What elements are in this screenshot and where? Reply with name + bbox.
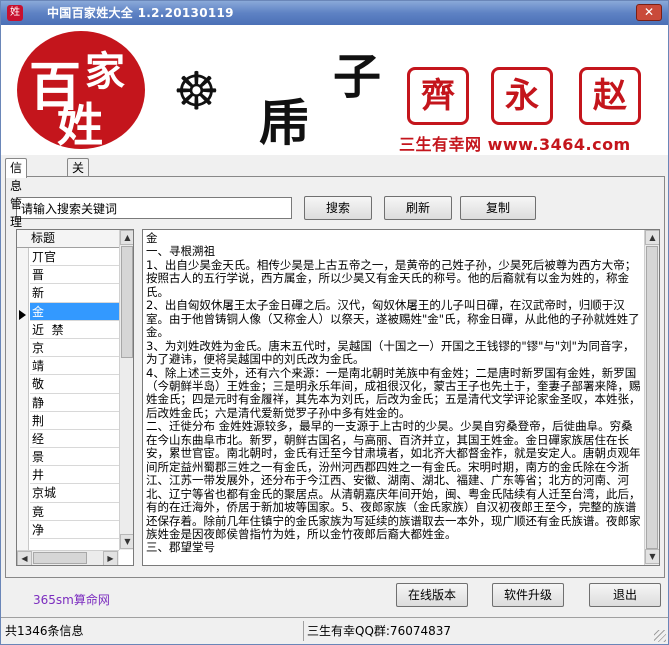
search-button[interactable]: 搜索 — [304, 196, 372, 220]
info-panel: 搜索 刷新 复制 标题 丌官晋新金近 禁京靖敬静荆经景井京城竟净 ▲ ▼ ◀ ▶… — [5, 176, 665, 578]
detail-paragraph: 2、出自匈奴休屠王太子金日磾之后。汉代，匈奴休屠王的儿子叫日磾，在汉武帝时，归顺… — [146, 298, 640, 340]
detail-paragraph: 4、除上述三支外，还有六个来源：一是南北朝时羌族中有金姓；二是唐时新罗国有金姓，… — [146, 365, 641, 420]
search-input[interactable] — [16, 197, 292, 219]
scroll-thumb[interactable] — [121, 246, 133, 358]
seal-1: 齊 — [407, 67, 469, 125]
list-item[interactable]: 竟 — [30, 503, 119, 521]
record-count: 共1346条信息 — [5, 624, 84, 638]
list-item[interactable]: 金 — [30, 302, 119, 321]
detail-scroll-thumb[interactable] — [646, 246, 658, 549]
title-bar[interactable]: 姓 中国百家姓大全 1.2.20130119 ✕ — [1, 1, 668, 25]
status-bar: 共1346条信息 三生有幸QQ群:76074837 — [1, 617, 668, 644]
row-indicator-column — [17, 230, 29, 565]
resize-grip-icon[interactable] — [654, 630, 666, 642]
status-separator — [303, 621, 304, 641]
seal-3: 赵 — [579, 67, 641, 125]
list-item[interactable]: 靖 — [30, 357, 119, 376]
list-item[interactable]: 近 禁 — [30, 321, 119, 339]
list-item[interactable]: 新 — [30, 284, 119, 303]
list-item[interactable]: 敬 — [30, 375, 119, 394]
copy-button[interactable]: 复制 — [460, 196, 536, 220]
list-item[interactable]: 景 — [30, 448, 119, 467]
ancient-glyph-1: ☸ — [173, 61, 220, 122]
window-title: 中国百家姓大全 1.2.20130119 — [47, 6, 234, 20]
detail-textbox[interactable]: 金一、寻根溯祖 1、出自少昊金天氏。相传少昊是上古五帝之一，是黄帝的己姓子孙，少昊… — [142, 229, 660, 566]
surname-list[interactable]: 标题 丌官晋新金近 禁京靖敬静荆经景井京城竟净 ▲ ▼ ◀ ▶ — [16, 229, 134, 566]
qq-group-info: 三生有幸QQ群:76074837 — [307, 624, 452, 638]
seal-2: 永 — [491, 67, 553, 125]
detail-vertical-scrollbar[interactable]: ▲ ▼ — [644, 230, 659, 565]
list-item[interactable]: 京城 — [30, 484, 119, 503]
list-item[interactable]: 井 — [30, 466, 119, 485]
header-banner: 百 家 姓 ☸ 乕 子 齊 永 赵 三生有幸网 www.3464.com — [1, 25, 668, 155]
scroll-down-arrow-icon[interactable]: ▼ — [120, 534, 133, 549]
close-button[interactable]: ✕ — [636, 4, 662, 21]
list-item[interactable]: 丌官 — [30, 248, 119, 267]
list-item[interactable]: 荆 — [30, 412, 119, 430]
ancient-glyph-3: 子 — [333, 49, 382, 105]
detail-paragraph: 二、迁徙分布 金姓姓源较多，最早的一支源于上古时的少昊。少昊自穷桑登帝，后徙曲阜… — [146, 419, 641, 541]
scroll-left-arrow-icon[interactable]: ◀ — [17, 551, 32, 565]
list-item[interactable]: 晋 — [30, 266, 119, 285]
detail-paragraph: 三、郡望堂号 — [146, 540, 215, 555]
logo: 百 家 姓 — [17, 31, 145, 152]
app-window: 姓 中国百家姓大全 1.2.20130119 ✕ 百 家 姓 ☸ 乕 子 齊 永… — [0, 0, 669, 645]
list-header[interactable]: 标题 — [17, 230, 119, 248]
software-upgrade-button[interactable]: 软件升级 — [492, 583, 564, 607]
detail-paragraph: 金 — [146, 232, 158, 245]
hscroll-thumb[interactable] — [33, 552, 87, 564]
fortune-site-link[interactable]: 365sm算命网 — [33, 591, 110, 608]
app-icon: 姓 — [7, 5, 23, 21]
online-version-button[interactable]: 在线版本 — [396, 583, 468, 607]
detail-content: 金一、寻根溯祖 1、出自少昊金天氏。相传少昊是上古五帝之一，是黄帝的己姓子孙，少昊… — [146, 232, 643, 562]
detail-paragraph: 1、出自少昊金天氏。相传少昊是上古五帝之一，是黄帝的己姓子孙，少昊死后被尊为西方… — [146, 257, 637, 299]
scroll-right-arrow-icon[interactable]: ▶ — [103, 551, 118, 565]
detail-paragraph: 3、为刘姓改姓为金氏。唐末五代时，吴越国（十国之一）开国之王钱镠的"镠"与"刘"… — [146, 338, 635, 367]
banner-slogan: 三生有幸网 www.3464.com — [399, 135, 631, 154]
list-vertical-scrollbar[interactable]: ▲ ▼ — [119, 230, 133, 550]
tab-about-us[interactable]: 关于我们 — [67, 158, 90, 229]
current-row-pointer-icon — [19, 310, 26, 320]
list-rows: 丌官晋新金近 禁京靖敬静荆经景井京城竟净 — [30, 248, 119, 539]
list-item[interactable]: 净 — [30, 521, 119, 539]
logo-char-3: 姓 — [57, 98, 103, 152]
scroll-up-arrow-icon[interactable]: ▲ — [120, 230, 133, 245]
exit-button[interactable]: 退出 — [589, 583, 661, 607]
refresh-button[interactable]: 刷新 — [384, 196, 452, 220]
list-item[interactable]: 静 — [30, 394, 119, 412]
detail-paragraph: 一、寻根溯祖 — [146, 244, 215, 259]
ancient-glyph-2: 乕 — [259, 93, 309, 152]
detail-scroll-down-arrow-icon[interactable]: ▼ — [645, 549, 659, 564]
tab-info-management[interactable]: 信息管理 — [5, 158, 28, 229]
list-horizontal-scrollbar[interactable]: ◀ ▶ — [17, 550, 119, 565]
list-item[interactable]: 京 — [30, 339, 119, 358]
detail-scroll-up-arrow-icon[interactable]: ▲ — [645, 230, 659, 245]
list-item[interactable]: 经 — [30, 430, 119, 449]
